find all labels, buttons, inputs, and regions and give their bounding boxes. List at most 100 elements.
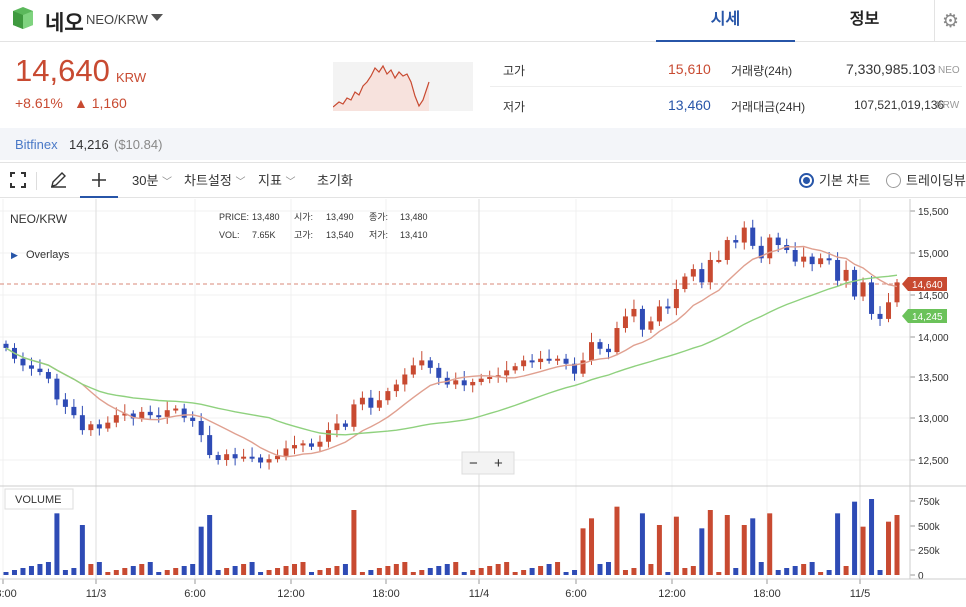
pencil-icon[interactable]: [48, 163, 68, 198]
volume-bar: [690, 566, 696, 575]
candle-body: [342, 423, 348, 427]
volume-tick-label: 750k: [918, 497, 941, 508]
gear-icon[interactable]: ⚙: [934, 0, 966, 42]
volume-bar: [631, 568, 637, 575]
candle-body: [232, 454, 238, 459]
candle-body: [852, 269, 858, 297]
candle-body: [750, 227, 756, 246]
volume-bar: [3, 572, 9, 575]
volume-bar: [62, 570, 68, 575]
candle-body: [376, 400, 382, 408]
low-label-chart: 저가:: [369, 230, 388, 240]
candle-body: [96, 424, 102, 429]
change-amount: ▲ 1,160: [74, 95, 127, 111]
candle-body: [20, 358, 26, 366]
zoom-in-button[interactable]: +: [494, 455, 503, 472]
candle-body: [665, 306, 671, 309]
volume-bar: [614, 506, 620, 575]
volume-bar: [419, 570, 425, 575]
candle-body: [453, 380, 459, 385]
close-label: 종가:: [369, 212, 388, 222]
interval-label: 30분: [132, 173, 159, 188]
tab-price[interactable]: 시세: [656, 0, 795, 42]
candle-body: [207, 435, 213, 456]
coin-pair[interactable]: NEO/KRW: [86, 12, 148, 27]
overlays-label[interactable]: Overlays: [26, 249, 70, 261]
volume-bar: [461, 572, 467, 575]
volume-bar: [258, 572, 264, 575]
candle-body: [707, 259, 713, 283]
chart-settings-button[interactable]: 차트설정 ﹀: [184, 163, 245, 198]
low-value-chart: 13,410: [400, 230, 428, 240]
candle-body: [393, 384, 399, 392]
candle-body: [241, 456, 247, 459]
volume-bar: [436, 566, 442, 575]
volume-bar: [308, 572, 314, 575]
candle-body: [877, 313, 883, 319]
candle-body: [631, 308, 637, 317]
price-chart[interactable]: 15,500 15,000 14,500 14,000 13,500 13,000 12,5…: [0, 199, 966, 602]
tab-info[interactable]: 정보: [795, 0, 934, 42]
candle-body: [801, 256, 807, 262]
volume-bar: [563, 572, 569, 575]
volume-bar: [478, 568, 484, 575]
volume-bar: [232, 566, 238, 575]
x-tick-label: 12:00: [658, 588, 686, 600]
candlestick-chart[interactable]: 15,500 15,000 14,500 14,000 13,500 13,000 12,5…: [0, 199, 966, 602]
y-tick-label: 15,500: [918, 207, 949, 218]
chevron-down-icon: ﹀: [235, 177, 246, 188]
candle-body: [190, 417, 196, 421]
candle-body: [224, 454, 230, 460]
volume-bar: [325, 568, 331, 575]
candle-body: [487, 377, 493, 379]
zoom-out-button[interactable]: −: [469, 455, 478, 472]
low-value: 13,460: [668, 97, 711, 113]
coin-name[interactable]: 네오: [45, 7, 84, 37]
candle-body: [3, 343, 9, 348]
bitfinex-label[interactable]: Bitfinex: [15, 137, 58, 152]
open-value: 13,490: [326, 212, 354, 222]
volume-bar: [716, 572, 722, 575]
reset-button[interactable]: 초기화: [317, 163, 353, 198]
candle-body: [334, 423, 340, 431]
candle-body: [37, 368, 43, 373]
x-tick-label: 18:00: [0, 588, 17, 600]
basic-chart-radio[interactable]: 기본 차트: [799, 163, 870, 198]
volume-bar: [139, 564, 145, 575]
candle-body: [775, 237, 781, 246]
price-unit: KRW: [116, 70, 147, 85]
candle-body: [317, 441, 323, 447]
indicator-button[interactable]: 지표 ﹀: [258, 163, 296, 198]
volume-bar: [767, 513, 773, 575]
candle-body: [266, 459, 272, 463]
crosshair-icon[interactable]: [80, 163, 118, 198]
amount-value: 107,521,019,136: [854, 98, 945, 112]
x-tick-label: 6:00: [565, 588, 586, 600]
volume-value: 7,330,985.103: [846, 61, 936, 77]
y-tick-label: 15,000: [918, 249, 949, 260]
volume-bar: [342, 564, 348, 575]
interval-select[interactable]: 30분 ﹀: [132, 163, 172, 198]
volume-bar: [512, 572, 518, 575]
volume-bar: [20, 568, 26, 575]
radio-checked-icon: [799, 173, 814, 188]
volume-bar: [487, 566, 493, 575]
high-value-chart: 13,540: [326, 230, 354, 240]
volume-bar: [860, 526, 866, 575]
volume-bar: [173, 568, 179, 575]
volume-bar: [852, 501, 858, 575]
candle-body: [461, 380, 467, 386]
volume-bar: [495, 564, 501, 575]
volume-bar: [11, 570, 17, 575]
volume-bar: [427, 568, 433, 575]
candle-body: [71, 406, 77, 416]
volume-bar: [156, 572, 162, 575]
candle-body: [45, 372, 51, 379]
fullscreen-icon[interactable]: [8, 163, 28, 198]
triangle-right-icon[interactable]: ▶: [11, 250, 18, 260]
volume-bar: [88, 564, 94, 575]
tradingview-radio[interactable]: 트레이딩뷰: [886, 163, 966, 198]
open-label: 시가:: [294, 212, 313, 222]
bitfinex-price: 14,216: [69, 137, 109, 152]
chevron-down-icon[interactable]: [151, 14, 163, 21]
